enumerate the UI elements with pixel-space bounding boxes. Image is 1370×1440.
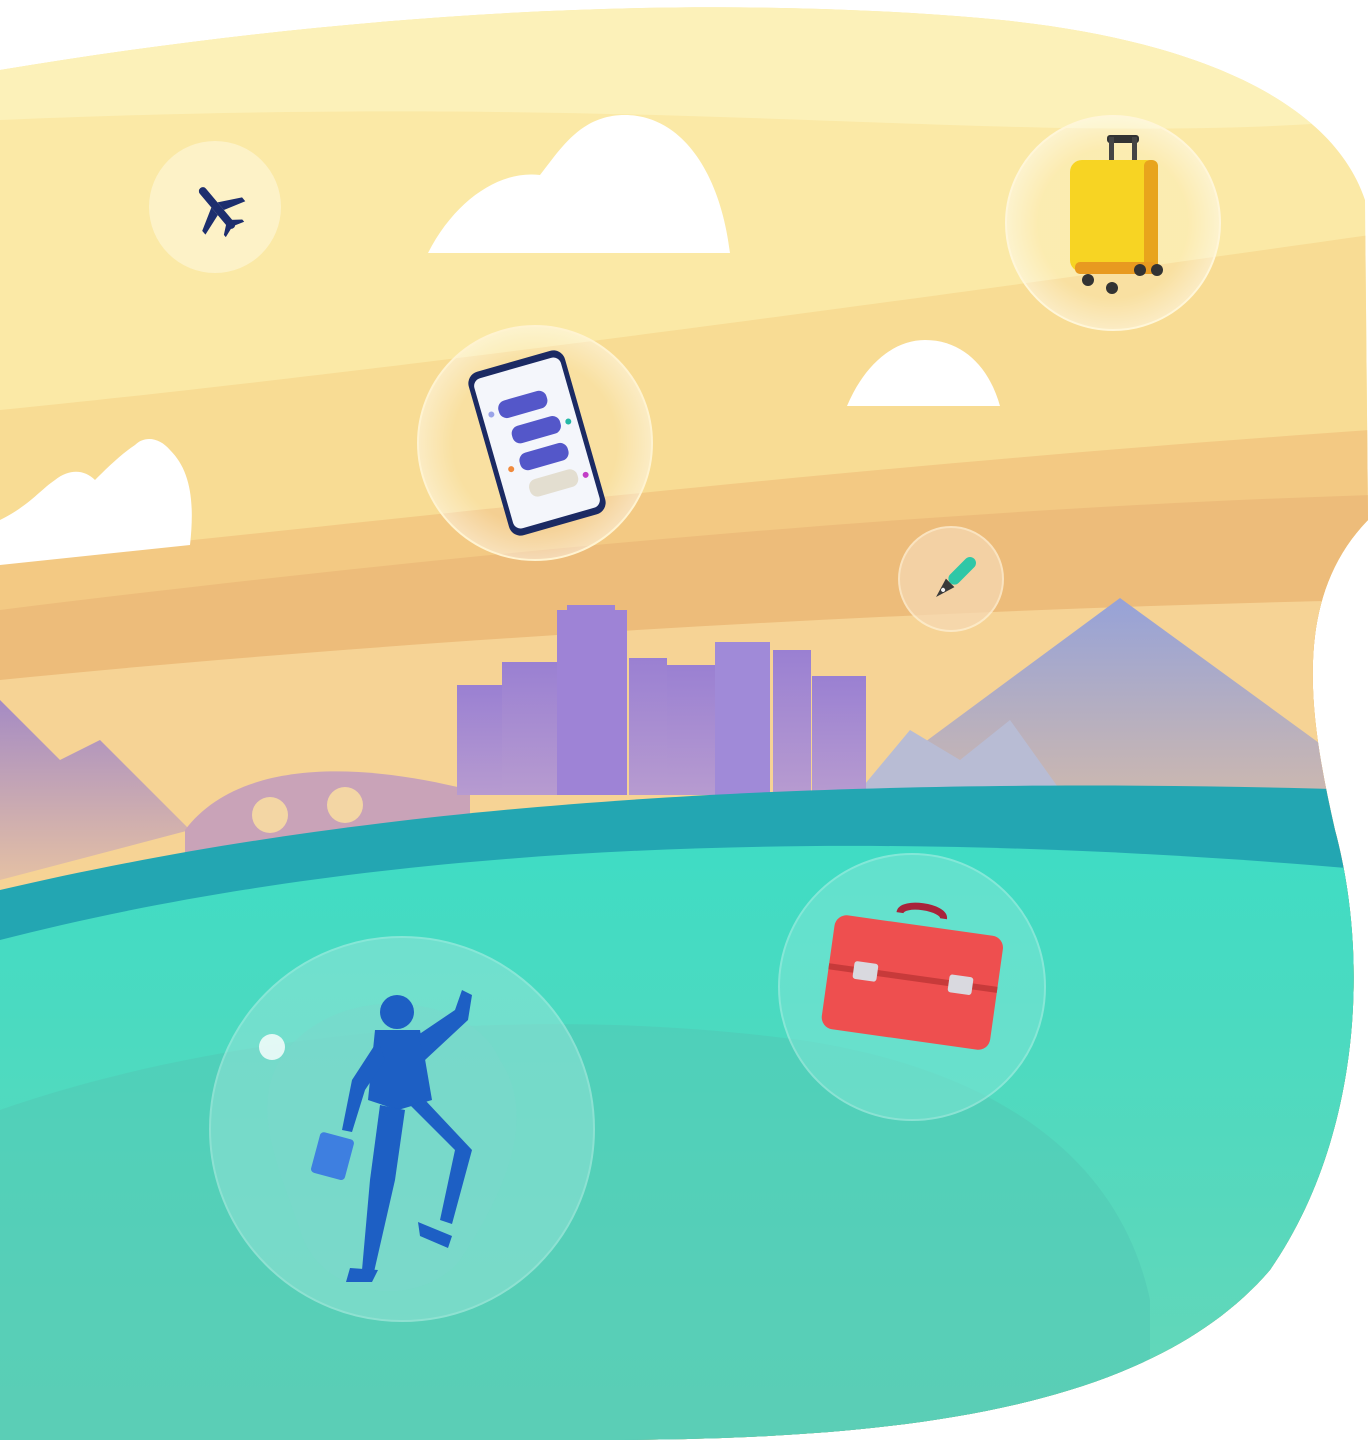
illustration-canvas xyxy=(0,7,1368,1440)
sky-band-top-light xyxy=(0,7,1368,129)
bridge-arch xyxy=(327,787,363,823)
bridge-arch xyxy=(252,797,288,833)
bubble-highlight xyxy=(259,1034,285,1060)
